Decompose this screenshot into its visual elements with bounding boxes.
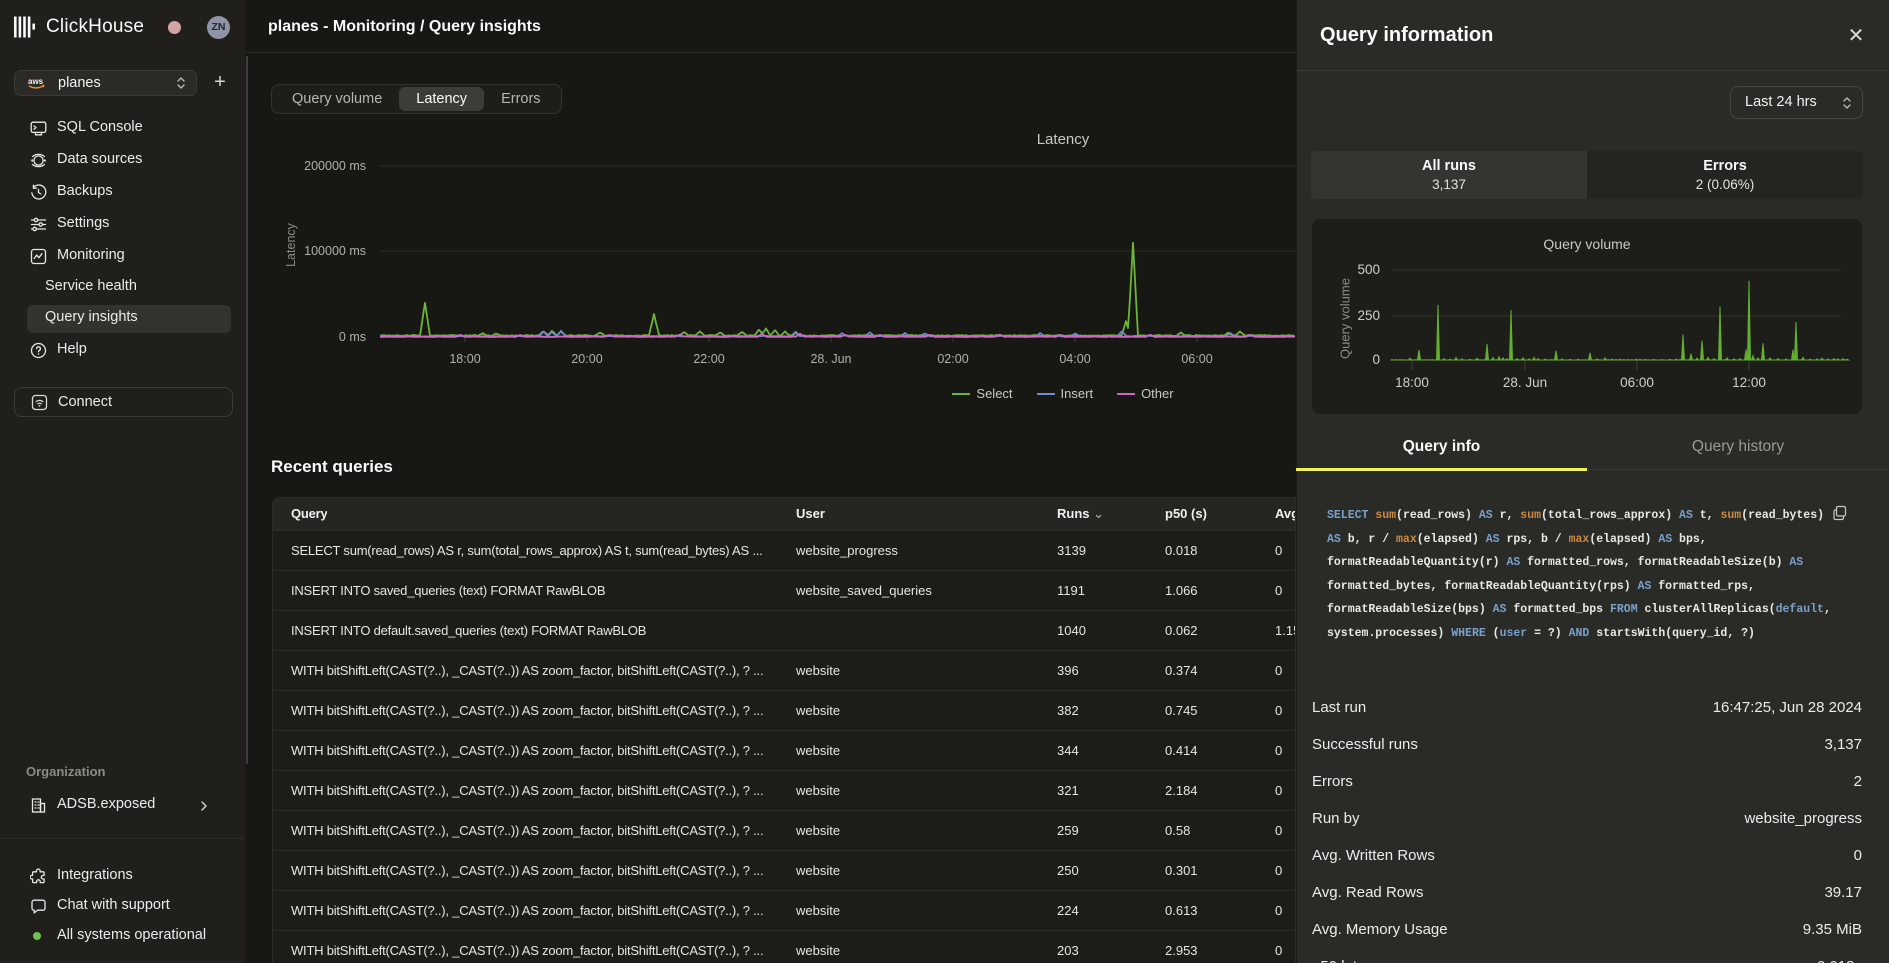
svg-text:aws: aws — [28, 77, 44, 86]
